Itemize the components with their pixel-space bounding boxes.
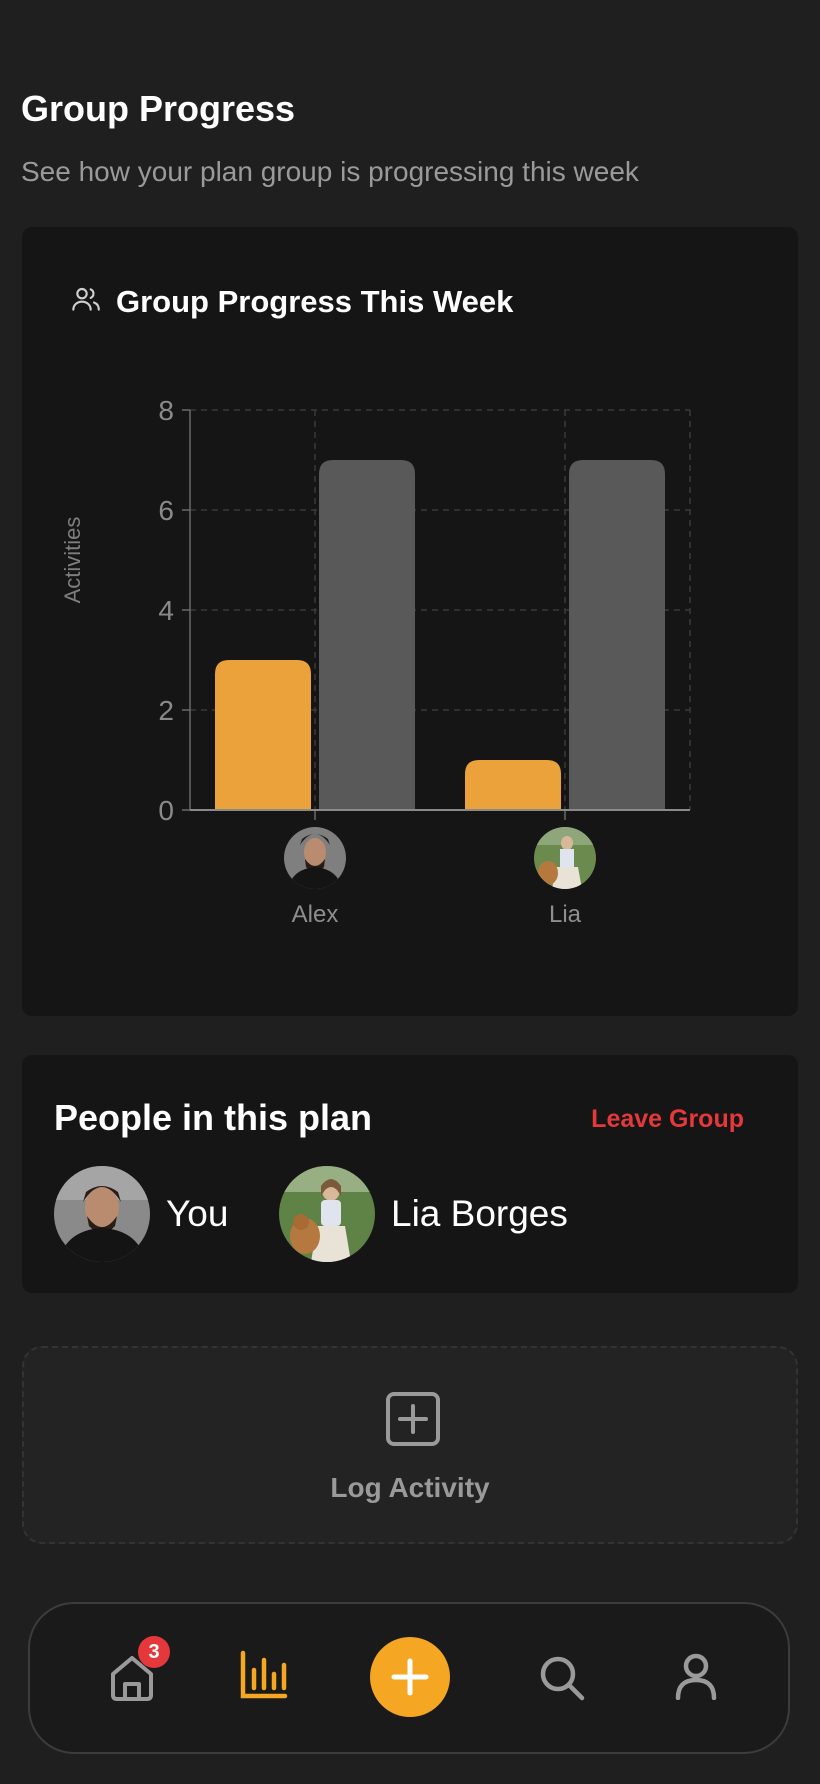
log-activity-label: Log Activity (330, 1472, 490, 1503)
member-name: Lia Borges (391, 1193, 568, 1234)
x-tick-label: Lia (549, 901, 582, 928)
alex-avatar (284, 827, 346, 889)
member-name: You (166, 1193, 229, 1234)
y-axis-title: Activities (60, 517, 85, 604)
add-button[interactable] (370, 1637, 450, 1717)
lia-avatar (534, 827, 596, 889)
bar-alex-series-2 (319, 460, 415, 810)
chart-card: Group Progress This Week 0 2 4 6 8 Activities (22, 227, 798, 1016)
chart-bars (215, 460, 665, 810)
bottom-nav: 3 (28, 1602, 790, 1754)
bar-lia-series-1 (465, 760, 561, 810)
member-you[interactable]: You (54, 1166, 228, 1262)
y-tick-label: 0 (158, 795, 174, 826)
bar-alex-series-1 (215, 660, 311, 810)
bar-lia-series-2 (569, 460, 665, 810)
people-card: People in this plan Leave Group You Lia … (22, 1055, 798, 1293)
avatar (279, 1166, 375, 1262)
chart-category-labels: Alex Lia (292, 901, 582, 928)
y-tick-label: 2 (158, 695, 174, 726)
x-tick-label: Alex (292, 901, 339, 928)
page-title: Group Progress (21, 88, 296, 129)
avatar (54, 1166, 150, 1262)
search-icon[interactable] (538, 1654, 586, 1707)
bar-chart: 0 2 4 6 8 Activities Alex Lia (60, 395, 691, 928)
plus-square-icon (384, 1390, 442, 1453)
page-subtitle: See how your plan group is progressing t… (21, 156, 639, 187)
add-icon (391, 1658, 429, 1696)
notification-badge: 3 (138, 1636, 170, 1668)
y-tick-label: 6 (158, 495, 174, 526)
member-lia-borges[interactable]: Lia Borges (279, 1166, 568, 1262)
people-title: People in this plan (54, 1097, 373, 1138)
log-activity-button[interactable]: Log Activity (22, 1346, 798, 1544)
stats-icon[interactable] (238, 1650, 288, 1705)
y-tick-label: 8 (158, 395, 174, 426)
profile-icon[interactable] (672, 1652, 720, 1705)
leave-group-button[interactable]: Leave Group (591, 1105, 744, 1134)
y-tick-label: 4 (158, 595, 174, 626)
